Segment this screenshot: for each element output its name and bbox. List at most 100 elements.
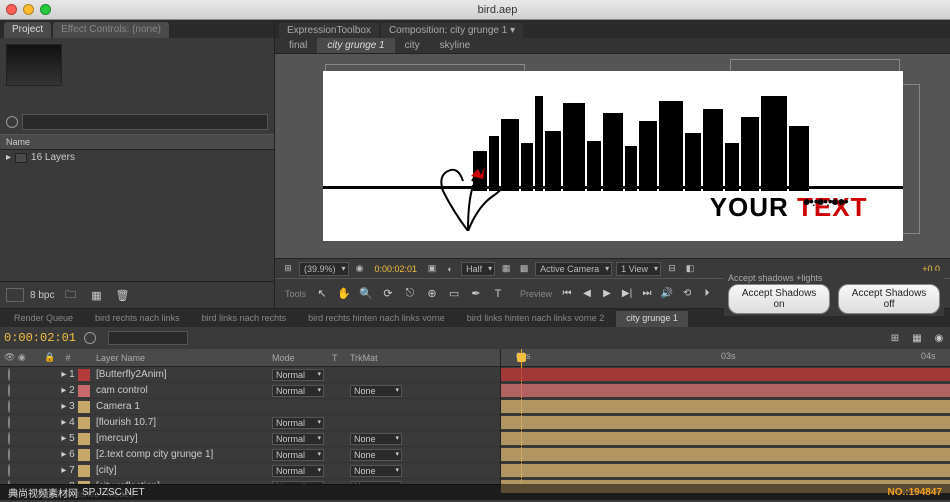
blend-mode-dropdown[interactable]: Normal <box>272 369 324 381</box>
visibility-toggle-icon[interactable] <box>8 368 10 381</box>
minimize-icon[interactable] <box>23 4 34 15</box>
loop-icon[interactable]: ⟲ <box>678 286 696 302</box>
project-search-input[interactable] <box>22 114 268 130</box>
timeline-search-input[interactable] <box>108 331 188 345</box>
track-row[interactable] <box>501 367 950 383</box>
project-item[interactable]: ▸ 16 Layers <box>0 150 274 165</box>
timeline-tab[interactable]: bird links hinten nach links vorne 2 <box>457 311 615 327</box>
prev-frame-icon[interactable]: ◀ <box>578 286 596 302</box>
motion-blur-icon[interactable]: ◉ <box>932 331 946 345</box>
layer-row[interactable]: ▸ 2cam controlNormalNone <box>0 383 500 399</box>
visibility-toggle-icon[interactable] <box>8 448 10 461</box>
timeline-tab[interactable]: bird rechts nach links <box>85 311 190 327</box>
new-folder-icon[interactable]: 🗀 <box>60 286 80 304</box>
label-swatch[interactable] <box>78 449 90 461</box>
timeline-tab[interactable]: bird rechts hinten nach links vorne <box>298 311 455 327</box>
layer-row[interactable]: ▸ 3Camera 1 <box>0 399 500 415</box>
pixel-aspect-icon[interactable]: ⊟ <box>665 262 679 276</box>
pan-behind-tool-icon[interactable]: ⊕ <box>422 285 442 303</box>
trkmat-dropdown[interactable]: None <box>350 465 402 477</box>
views-dropdown[interactable]: 1 View <box>616 262 661 276</box>
transparency-grid-icon[interactable]: ▩ <box>517 262 531 276</box>
nav-skyline[interactable]: skyline <box>430 38 481 53</box>
resolution-dropdown[interactable]: Half <box>461 262 495 276</box>
timeline-tab[interactable]: Render Queue <box>4 311 83 327</box>
bpc-indicator[interactable] <box>6 288 24 302</box>
layer-row[interactable]: ▸ 4[flourish 10.7]Normal <box>0 415 500 431</box>
layer-row[interactable]: ▸ 1[Butterfly2Anim]Normal <box>0 367 500 383</box>
composition-viewer[interactable]: YOUR TEXT ●•.•●•.•●●• <box>275 54 950 258</box>
track-row[interactable] <box>501 383 950 399</box>
tab-project[interactable]: Project <box>4 22 51 38</box>
play-icon[interactable]: ▶ <box>598 286 616 302</box>
next-frame-icon[interactable]: ▶| <box>618 286 636 302</box>
track-row[interactable] <box>501 447 950 463</box>
trash-icon[interactable]: 🗑 <box>112 286 132 304</box>
pen-tool-icon[interactable]: ✒ <box>466 285 486 303</box>
trkmat-dropdown[interactable]: None <box>350 385 402 397</box>
project-col-name[interactable]: Name <box>0 134 274 150</box>
last-frame-icon[interactable]: ⏭ <box>638 286 656 302</box>
channel-icon[interactable]: ◐ <box>443 262 457 276</box>
nav-city-grunge[interactable]: city grunge 1 <box>317 38 394 53</box>
zoom-dropdown[interactable]: (39.9%) <box>299 262 349 276</box>
label-swatch[interactable] <box>78 385 90 397</box>
zoom-tool-icon[interactable]: 🔍 <box>356 285 376 303</box>
camera-dropdown[interactable]: Active Camera <box>535 262 612 276</box>
blend-mode-dropdown[interactable]: Normal <box>272 385 324 397</box>
visibility-toggle-icon[interactable] <box>8 416 10 429</box>
visibility-toggle-icon[interactable] <box>8 464 10 477</box>
accept-shadows-on-button[interactable]: Accept Shadows on <box>728 284 830 314</box>
comp-mini-flowchart-icon[interactable]: ⊞ <box>888 331 902 345</box>
reticle-icon[interactable]: ◉ <box>353 262 367 276</box>
blend-mode-dropdown[interactable]: Normal <box>272 433 324 445</box>
mute-icon[interactable]: 🔊 <box>658 286 676 302</box>
blend-mode-dropdown[interactable]: Normal <box>272 449 324 461</box>
new-comp-icon[interactable]: ▦ <box>86 286 106 304</box>
blend-mode-dropdown[interactable]: Normal <box>272 465 324 477</box>
roi-icon[interactable]: ▦ <box>499 262 513 276</box>
visibility-toggle-icon[interactable] <box>8 400 10 413</box>
track-row[interactable] <box>501 415 950 431</box>
snapshot-icon[interactable]: ▣ <box>425 262 439 276</box>
magnify-icon[interactable]: ⊞ <box>281 262 295 276</box>
track-row[interactable] <box>501 431 950 447</box>
hand-tool-icon[interactable]: ✋ <box>334 285 354 303</box>
tab-effect-controls[interactable]: Effect Controls: (none) <box>53 22 169 38</box>
first-frame-icon[interactable]: ⏮ <box>558 286 576 302</box>
track-row[interactable] <box>501 399 950 415</box>
close-icon[interactable] <box>6 4 17 15</box>
rotate-tool-icon[interactable]: ⟳ <box>378 285 398 303</box>
timeline-tab[interactable]: bird links nach rechts <box>192 311 297 327</box>
label-swatch[interactable] <box>78 401 90 413</box>
trkmat-dropdown[interactable]: None <box>350 449 402 461</box>
visibility-toggle-icon[interactable] <box>8 384 10 397</box>
draft-3d-icon[interactable]: ▦ <box>910 331 924 345</box>
timeline-tab[interactable]: city grunge 1 <box>616 311 688 327</box>
tab-composition-prefix[interactable]: Composition: city grunge 1 ▾ <box>381 23 523 38</box>
label-swatch[interactable] <box>78 465 90 477</box>
layer-row[interactable]: ▸ 6[2.text comp city grunge 1]NormalNone <box>0 447 500 463</box>
nav-final[interactable]: final <box>279 38 317 53</box>
timeline-graph[interactable]: 02s 03s 04s <box>500 349 950 484</box>
type-tool-icon[interactable]: T <box>488 285 508 303</box>
blend-mode-dropdown[interactable]: Normal <box>272 417 324 429</box>
trkmat-dropdown[interactable]: None <box>350 433 402 445</box>
visibility-toggle-icon[interactable] <box>8 432 10 445</box>
label-swatch[interactable] <box>78 417 90 429</box>
accept-shadows-off-button[interactable]: Accept Shadows off <box>838 284 940 314</box>
camera-tool-icon[interactable]: ⎋ <box>400 285 420 303</box>
shape-tool-icon[interactable]: ▭ <box>444 285 464 303</box>
col-layer-name[interactable]: Layer Name <box>92 353 272 363</box>
fast-preview-icon[interactable]: ◧ <box>683 262 697 276</box>
current-time[interactable]: 0:00:02:01 <box>4 331 76 345</box>
selection-tool-icon[interactable]: ↖ <box>312 285 332 303</box>
layer-row[interactable]: ▸ 7[city]NormalNone <box>0 463 500 479</box>
tab-expression-toolbox[interactable]: ExpressionToolbox <box>279 23 379 38</box>
viewer-timecode[interactable]: 0:00:02:01 <box>371 263 422 275</box>
label-swatch[interactable] <box>78 369 90 381</box>
label-swatch[interactable] <box>78 433 90 445</box>
zoom-icon[interactable] <box>40 4 51 15</box>
nav-city[interactable]: city <box>395 38 430 53</box>
ram-preview-icon[interactable]: ⏵ <box>698 286 716 302</box>
